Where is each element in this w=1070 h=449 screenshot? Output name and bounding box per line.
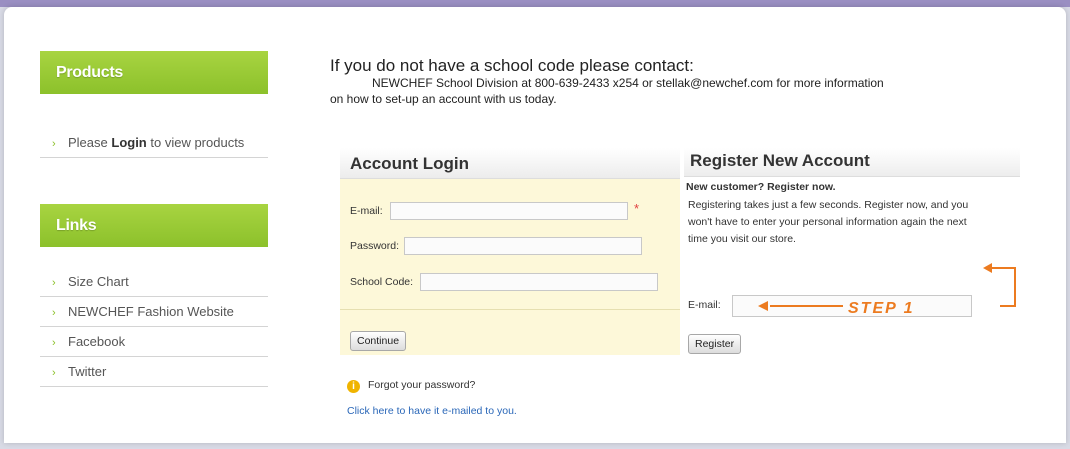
register-desc-line: time you visit our store. xyxy=(688,233,796,245)
chevron-right-icon: › xyxy=(52,138,56,150)
register-description: Registering takes just a few seconds. Re… xyxy=(688,197,968,248)
school-code-row: School Code: xyxy=(350,272,413,292)
school-code-notice: If you do not have a school code please … xyxy=(330,56,1050,107)
forgot-text: Forgot your password? xyxy=(368,379,476,391)
chevron-right-icon: › xyxy=(52,337,56,349)
forgot-password-link[interactable]: Click here to have it e-mailed to you. xyxy=(347,405,517,417)
sidebar-link-label: NEWCHEF Fashion Website xyxy=(68,304,234,319)
chevron-right-icon: › xyxy=(52,307,56,319)
continue-button[interactable]: Continue xyxy=(350,331,407,351)
products-heading: Products xyxy=(40,51,268,94)
login-title-bar: Account Login xyxy=(340,148,680,179)
step-1-label: STEP 1 xyxy=(848,300,915,317)
login-form: E-mail: * Password: School Code: Continu… xyxy=(340,179,680,355)
login-prompt: › Please Login to view products xyxy=(40,128,268,158)
notice-line-2: on how to set-up an account with us toda… xyxy=(330,92,557,106)
sidebar-link-size-chart[interactable]: › Size Chart xyxy=(40,267,268,297)
login-prompt-post: to view products xyxy=(146,135,245,150)
sidebar-link-label: Size Chart xyxy=(68,274,129,289)
notice-line-1: NEWCHEF School Division at 800-639-2433 … xyxy=(372,76,884,90)
email-row: E-mail: xyxy=(350,201,383,221)
sidebar-link-label: Facebook xyxy=(68,334,126,349)
sidebar: Products › Please Login to view products… xyxy=(40,51,268,387)
register-email-label: E-mail: xyxy=(688,299,721,311)
notice-body: NEWCHEF School Division at 800-639-2433 … xyxy=(330,75,1050,107)
window-top-bar xyxy=(0,0,1070,7)
required-marker: * xyxy=(634,201,640,216)
school-code-input[interactable] xyxy=(420,273,658,291)
login-email-input[interactable] xyxy=(390,202,628,220)
info-icon: i xyxy=(347,380,360,393)
register-desc-line: Registering takes just a few seconds. Re… xyxy=(688,199,969,211)
links-heading: Links xyxy=(40,204,268,247)
email-label: E-mail: xyxy=(350,205,383,217)
chevron-right-icon: › xyxy=(52,277,56,289)
chevron-right-icon: › xyxy=(52,367,56,379)
notice-title: If you do not have a school code please … xyxy=(330,56,694,75)
register-subtitle: New customer? Register now. xyxy=(686,181,836,193)
login-prompt-pre: Please xyxy=(68,135,112,150)
register-title-bar: Register New Account xyxy=(684,148,1020,177)
register-form: New customer? Register now. Registering … xyxy=(684,177,1020,357)
register-desc-line: won't have to enter your personal inform… xyxy=(688,216,967,228)
password-row: Password: xyxy=(350,236,399,256)
school-code-label: School Code: xyxy=(350,276,414,288)
forgot-password: i Forgot your password? xyxy=(347,379,475,393)
register-button[interactable]: Register xyxy=(688,334,742,354)
account-login-panel: Account Login E-mail: * Password: School… xyxy=(340,148,680,355)
register-title: Register New Account xyxy=(690,151,870,170)
sidebar-link-fashion-website[interactable]: › NEWCHEF Fashion Website xyxy=(40,297,268,327)
register-panel: Register New Account New customer? Regis… xyxy=(684,148,1020,357)
login-divider xyxy=(340,309,680,310)
login-title: Account Login xyxy=(350,154,469,173)
login-password-input[interactable] xyxy=(404,237,642,255)
sidebar-link-twitter[interactable]: › Twitter xyxy=(40,357,268,387)
sidebar-link-facebook[interactable]: › Facebook xyxy=(40,327,268,357)
password-label: Password: xyxy=(350,240,400,252)
sidebar-link-label: Twitter xyxy=(68,364,107,379)
login-link[interactable]: Login xyxy=(111,135,146,150)
